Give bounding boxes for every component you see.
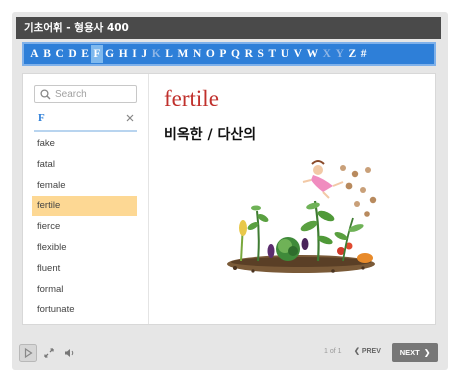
content-panel: F fakefatalfemalefertilefierceflexiblefl… (22, 73, 436, 325)
letter-filter: F (34, 112, 137, 132)
word-item-female[interactable]: female (32, 176, 137, 196)
word-sidebar: F fakefatalfemalefertilefierceflexiblefl… (29, 74, 141, 324)
search-box[interactable] (34, 85, 137, 103)
chevron-right-icon: ❯ (421, 348, 431, 357)
letter-j[interactable]: J (139, 45, 149, 63)
word-item-fruitful[interactable]: fruitful (32, 321, 137, 324)
word-item-fierce[interactable]: fierce (32, 217, 137, 237)
letter-h[interactable]: H (116, 45, 130, 63)
letter-hash[interactable]: # (358, 45, 368, 63)
word-item-fertile[interactable]: fertile (32, 196, 137, 217)
prev-button[interactable]: ❮ PREV (354, 345, 381, 359)
play-icon[interactable] (19, 344, 37, 362)
word-item-fatal[interactable]: fatal (32, 155, 137, 175)
letter-e[interactable]: E (79, 45, 91, 63)
word-title: fertile (164, 86, 219, 111)
word-item-fake[interactable]: fake (32, 134, 137, 154)
search-input[interactable] (55, 87, 133, 101)
letter-i[interactable]: I (130, 45, 139, 63)
chevron-left-icon: ❮ (354, 348, 360, 355)
letter-c[interactable]: C (53, 45, 66, 63)
fullscreen-icon[interactable] (44, 348, 54, 358)
letter-m[interactable]: M (175, 45, 190, 63)
letter-r[interactable]: R (242, 45, 255, 63)
letter-x: X (322, 48, 331, 60)
word-list: fake fatal female fertile fierce flexible flue… (32, 134, 137, 324)
window-title: 기초어휘 - 형용사 400 (16, 17, 441, 39)
alphabet-bar: A B C D E F G H I J K L M N O P Q R S T U V W X Y Z # (22, 42, 436, 66)
search-icon (40, 89, 51, 100)
word-item-fortunate[interactable]: fortunate (32, 300, 137, 320)
next-label: NEXT (399, 348, 420, 357)
word-meaning: 비옥한 / 다산의 (164, 127, 257, 143)
volume-icon[interactable] (64, 348, 76, 358)
letter-b[interactable]: B (41, 45, 53, 63)
letter-z[interactable]: Z (346, 45, 358, 63)
letter-f[interactable]: F (91, 45, 103, 63)
letter-k: K (151, 48, 161, 60)
close-icon[interactable] (126, 114, 134, 122)
letter-t[interactable]: T (266, 45, 278, 63)
next-button[interactable]: NEXT ❯ (392, 343, 438, 362)
letter-a[interactable]: A (28, 45, 41, 63)
letter-y: Y (335, 48, 344, 60)
word-item-formal[interactable]: formal (32, 280, 137, 300)
letter-d[interactable]: D (66, 45, 79, 63)
word-item-flexible[interactable]: flexible (32, 238, 137, 258)
letter-v[interactable]: V (291, 45, 304, 63)
letter-o[interactable]: O (204, 45, 218, 63)
letter-p[interactable]: P (217, 45, 229, 63)
letter-n[interactable]: N (191, 45, 204, 63)
letter-l[interactable]: L (163, 45, 175, 63)
illustration-image (227, 160, 377, 273)
current-letter: F (38, 112, 45, 124)
fairy-figure (302, 160, 344, 199)
letter-s[interactable]: S (255, 45, 266, 63)
prev-label: PREV (361, 348, 381, 355)
letter-g[interactable]: G (103, 45, 117, 63)
letter-w[interactable]: W (304, 45, 320, 63)
word-item-fluent[interactable]: fluent (32, 259, 137, 279)
page-indicator: 1 of 1 (324, 348, 342, 355)
player-controls: 1 of 1 ❮ PREV NEXT ❯ (16, 340, 441, 366)
divider (148, 74, 149, 324)
letter-q[interactable]: Q (229, 45, 243, 63)
letter-u[interactable]: U (278, 45, 291, 63)
